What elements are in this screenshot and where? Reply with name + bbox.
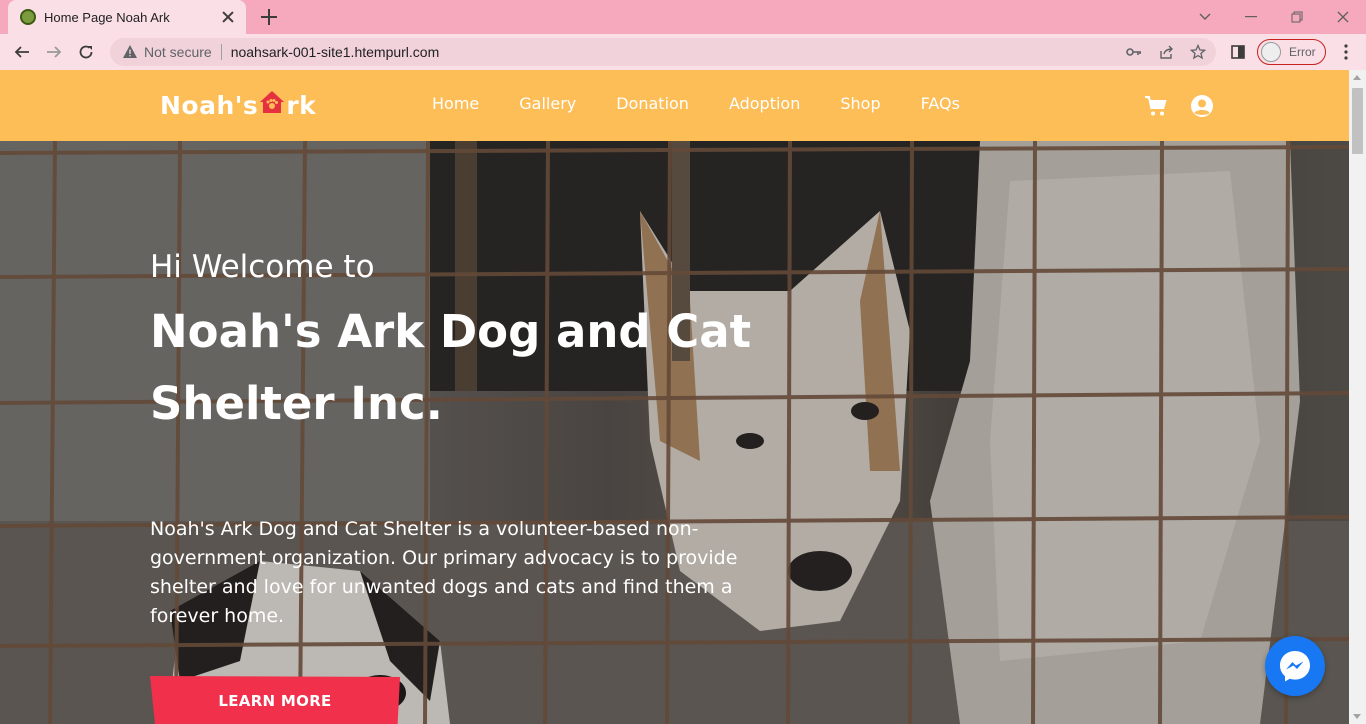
browser-tab[interactable]: Home Page Noah Ark [8, 0, 246, 34]
page-viewport: Noah's rk Home Gallery Donation Adoption… [0, 70, 1349, 724]
nav-shop[interactable]: Shop [840, 94, 880, 113]
tab-title: Home Page Noah Ark [44, 9, 170, 25]
profile-label: Error [1289, 45, 1316, 59]
site-header: Noah's rk Home Gallery Donation Adoption… [0, 70, 1349, 141]
nav-home[interactable]: Home [432, 94, 479, 113]
warning-icon [123, 45, 137, 58]
browser-toolbar: Not secure noahsark-001-site1.htempurl.c… [0, 34, 1366, 70]
user-icon[interactable] [1190, 94, 1214, 118]
star-icon[interactable] [1189, 44, 1207, 60]
forward-icon[interactable] [43, 41, 65, 63]
window-close-icon[interactable] [1332, 6, 1354, 28]
scroll-up-icon[interactable] [1353, 75, 1361, 80]
plus-icon[interactable] [260, 8, 278, 26]
site-logo[interactable]: Noah's rk [160, 88, 316, 122]
sidepanel-icon[interactable] [1227, 41, 1249, 63]
nav-gallery[interactable]: Gallery [519, 94, 576, 113]
house-paw-icon [259, 89, 285, 115]
more-icon[interactable] [1335, 41, 1357, 63]
restore-icon[interactable] [1286, 6, 1308, 28]
omnibox-divider [220, 44, 222, 60]
browser-tabstrip: Home Page Noah Ark [0, 0, 1366, 34]
main-nav: Home Gallery Donation Adoption Shop FAQs [432, 94, 1000, 113]
favicon-icon [20, 9, 36, 25]
chevron-down-icon[interactable] [1194, 6, 1216, 28]
profile-button[interactable]: Error [1257, 39, 1326, 65]
address-bar[interactable]: Not secure noahsark-001-site1.htempurl.c… [110, 38, 1216, 66]
url-text[interactable]: noahsark-001-site1.htempurl.com [231, 44, 440, 60]
close-icon[interactable] [220, 9, 236, 25]
learn-more-button[interactable]: LEARN MORE [150, 676, 400, 724]
hero-greeting: Hi Welcome to [150, 249, 375, 285]
security-label[interactable]: Not secure [144, 44, 212, 60]
scrollbar-thumb[interactable] [1352, 88, 1363, 154]
page-scrollbar[interactable] [1349, 70, 1366, 724]
avatar [1261, 42, 1281, 62]
nav-adoption[interactable]: Adoption [729, 94, 800, 113]
nav-faqs[interactable]: FAQs [921, 94, 960, 113]
back-icon[interactable] [11, 41, 33, 63]
logo-text-right: rk [286, 90, 317, 120]
share-icon[interactable] [1157, 44, 1175, 60]
scroll-down-icon[interactable] [1353, 714, 1361, 719]
minimize-icon[interactable] [1240, 6, 1262, 28]
nav-donation[interactable]: Donation [616, 94, 689, 113]
cart-icon[interactable] [1144, 94, 1168, 118]
hero-description: Noah's Ark Dog and Cat Shelter is a volu… [150, 518, 738, 627]
logo-text-left: Noah's [160, 90, 259, 120]
reload-icon[interactable] [75, 41, 97, 63]
hero-title: Noah's Ark Dog and Cat Shelter Inc. [150, 305, 752, 430]
messenger-icon[interactable] [1265, 636, 1325, 696]
hero-section: Hi Welcome to Noah's Ark Dog and Cat She… [0, 141, 1349, 724]
key-icon[interactable] [1125, 44, 1143, 60]
